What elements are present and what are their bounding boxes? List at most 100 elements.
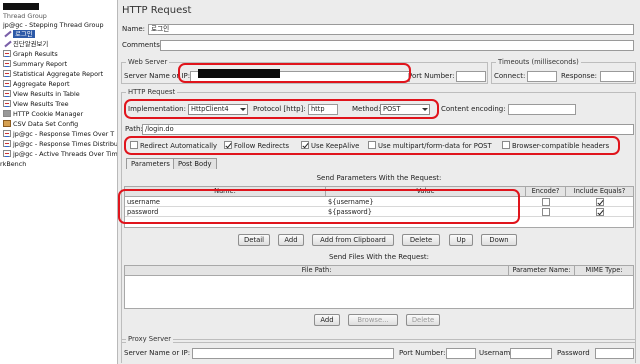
tree-item-workbench[interactable]: rkBench [0, 160, 26, 169]
checkbox-checked-icon [301, 141, 309, 149]
chart-icon [3, 80, 11, 87]
tree-item-thread-group[interactable]: Thread Group [3, 12, 47, 21]
cookie-icon [3, 110, 11, 117]
column-header-encode: Encode? [526, 187, 566, 197]
connect-label: Connect: [494, 72, 526, 80]
param-name-cell[interactable]: password [125, 208, 326, 217]
delete-parameter-button[interactable]: Delete [402, 234, 440, 246]
chart-icon [3, 150, 11, 157]
column-header-include-equals: Include Equals? [566, 187, 633, 197]
proxy-server-field[interactable] [192, 348, 394, 359]
param-value-cell[interactable]: ${password} [326, 208, 526, 217]
redirect-automatically-checkbox[interactable]: Redirect Automatically [130, 141, 217, 151]
name-field[interactable]: 로그인 [148, 24, 634, 35]
test-plan-tree[interactable]: Thread Group jp@gc - Stepping Thread Gro… [0, 0, 118, 364]
param-encode-cell[interactable] [526, 198, 566, 207]
proxy-port-label: Port Number: [399, 349, 446, 357]
response-timeout-field[interactable] [600, 71, 634, 82]
page-title: HTTP Request [122, 5, 192, 16]
proxy-port-field[interactable] [446, 348, 476, 359]
tree-item-summary-report[interactable]: Summary Report [3, 60, 67, 69]
tree-item-view-results-table[interactable]: View Results in Table [3, 90, 80, 99]
tree-item-cookie-manager[interactable]: HTTP Cookie Manager [3, 110, 83, 119]
add-file-button[interactable]: Add [314, 314, 340, 326]
http-request-panel: HTTP Request Name: 로그인 Comments: Web Ser… [118, 0, 640, 364]
proxy-legend: Proxy Server [126, 335, 174, 344]
tree-item-response-times-distribution[interactable]: jp@gc - Response Times Distribu [3, 140, 117, 149]
port-number-label: Port Number: [408, 72, 455, 80]
timeouts-legend: Timeouts (milliseconds) [496, 58, 581, 67]
browser-compatible-checkbox[interactable]: Browser-compatible headers [502, 141, 609, 151]
browse-button[interactable]: Browse... [348, 314, 398, 326]
tree-item-view-results-tree[interactable]: View Results Tree [3, 100, 69, 109]
chart-icon [3, 60, 11, 67]
csv-icon [3, 120, 11, 127]
tree-item-active-threads[interactable]: jp@gc - Active Threads Over Tim [3, 150, 117, 159]
implementation-select[interactable]: HttpClient4 [188, 104, 248, 115]
pencil-icon [3, 40, 11, 47]
path-field[interactable]: /login.do [142, 124, 634, 135]
connect-timeout-field[interactable] [527, 71, 557, 82]
use-keepalive-checkbox[interactable]: Use KeepAlive [301, 141, 359, 151]
follow-redirects-checkbox[interactable]: Follow Redirects [224, 141, 289, 151]
param-value-cell[interactable]: ${username} [326, 198, 526, 207]
proxy-username-field[interactable] [510, 348, 552, 359]
pencil-icon [3, 30, 11, 37]
redacted-label [3, 3, 39, 10]
checkbox-icon [502, 141, 510, 149]
server-name-label: Server Name or IP: [124, 72, 191, 80]
column-header-name: Name: [125, 187, 326, 197]
content-encoding-field[interactable] [508, 104, 576, 115]
parameters-table[interactable]: Name: Value Encode? Include Equals? user… [124, 186, 634, 228]
chart-icon [3, 50, 11, 57]
column-header-mime-type: MIME Type: [575, 266, 633, 276]
proxy-password-label: Password [557, 349, 590, 357]
method-select[interactable]: POST [380, 104, 430, 115]
param-include-equals-cell[interactable] [566, 208, 633, 217]
multipart-checkbox[interactable]: Use multipart/form-data for POST [368, 141, 492, 151]
param-include-equals-cell[interactable] [566, 198, 633, 207]
tab-parameters[interactable]: Parameters [126, 158, 175, 169]
add-parameter-button[interactable]: Add [278, 234, 304, 246]
chart-icon [3, 90, 11, 97]
files-title: Send Files With the Request: [328, 253, 430, 261]
checkbox-checked-icon [224, 141, 232, 149]
column-header-value: Value [326, 187, 526, 197]
down-button[interactable]: Down [481, 234, 517, 246]
tree-item-stepping-thread-group[interactable]: jp@gc - Stepping Thread Group [3, 21, 104, 30]
tree-item-aggregate-report[interactable]: Aggregate Report [3, 80, 70, 89]
param-name-cell[interactable]: username [125, 198, 326, 207]
checkbox-icon [542, 208, 550, 216]
chart-icon [3, 100, 11, 107]
delete-file-button[interactable]: Delete [406, 314, 440, 326]
tree-item-graph-results[interactable]: Graph Results [3, 50, 58, 59]
implementation-label: Implementation: [128, 105, 186, 113]
tree-item-diagnosis[interactable]: 진단알권보기 [3, 40, 48, 49]
detail-button[interactable]: Detail [238, 234, 270, 246]
protocol-field[interactable]: http [308, 104, 338, 115]
comments-field[interactable] [160, 40, 634, 51]
port-number-field[interactable] [456, 71, 486, 82]
proxy-server-label: Server Name or IP: [124, 349, 191, 357]
add-from-clipboard-button[interactable]: Add from Clipboard [312, 234, 394, 246]
checkbox-checked-icon [595, 198, 604, 206]
name-label: Name: [122, 25, 146, 33]
param-encode-cell[interactable] [526, 208, 566, 217]
column-header-parameter-name: Parameter Name: [509, 266, 575, 276]
checkbox-icon [130, 141, 138, 149]
tree-item-statistical-aggregate-report[interactable]: Statistical Aggregate Report [3, 70, 103, 79]
tab-post-body[interactable]: Post Body [173, 158, 217, 169]
redacted-server [198, 69, 280, 78]
path-label: Path: [125, 125, 143, 133]
column-header-file-path: File Path: [125, 266, 509, 276]
protocol-label: Protocol [http]: [253, 105, 306, 113]
tree-item-response-times-over-time[interactable]: jp@gc - Response Times Over T [3, 130, 114, 139]
up-button[interactable]: Up [449, 234, 473, 246]
checkbox-icon [542, 198, 550, 206]
tree-item-csv-data-set[interactable]: CSV Data Set Config [3, 120, 78, 129]
tree-item-login[interactable]: 로그인 [3, 30, 35, 39]
chart-icon [3, 140, 11, 147]
proxy-password-field[interactable] [595, 348, 634, 359]
files-table[interactable]: File Path: Parameter Name: MIME Type: [124, 265, 634, 309]
response-label: Response: [561, 72, 597, 80]
